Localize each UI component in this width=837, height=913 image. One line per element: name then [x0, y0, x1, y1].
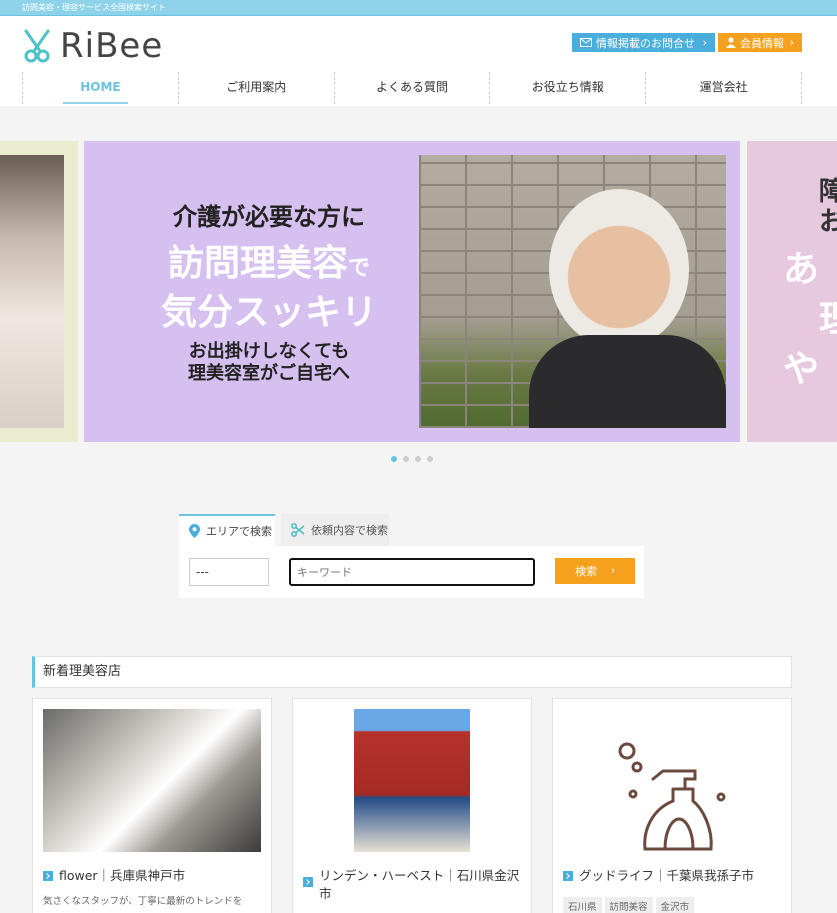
site-logo[interactable]: RiBee: [22, 26, 163, 66]
slide-line5: 理美容室がご自宅へ: [188, 363, 350, 384]
new-shops-section: 新着理美容店 flower｜兵庫県神戸市 気さくなスタッフが、丁寧に最新のトレン…: [20, 634, 802, 913]
slide-next-text-top: 障 お: [819, 177, 837, 237]
nav-company[interactable]: 運営会社: [645, 72, 802, 104]
slide-next-line2: お: [819, 207, 837, 237]
hero-slider: 介護が必要な方に 訪問理美容で 気分スッキリ お出掛けしなくても 理美容室がご自…: [0, 141, 837, 442]
mail-icon: [580, 38, 592, 47]
shop-card-title-text: リンデン・ハーベスト｜石川県金沢市: [319, 868, 520, 901]
slide-line1: 介護が必要な方に: [173, 202, 365, 231]
slide-photo: [0, 155, 64, 428]
info-inquiry-button[interactable]: 情報掲載のお問合せ ›: [572, 33, 715, 52]
pump-bottle-icon: [613, 709, 733, 852]
shop-card-title-text: グッドライフ｜千葉県我孫子市: [579, 868, 755, 883]
slide-previous[interactable]: [0, 141, 78, 442]
search-button-label: 検索: [575, 566, 598, 578]
arrow-box-icon: [303, 877, 313, 887]
slide-photo-elderly-woman: [419, 155, 726, 428]
tab-area-search[interactable]: エリアで検索: [179, 514, 275, 546]
photo-coat: [529, 335, 726, 428]
shop-card-title[interactable]: flower｜兵庫県神戸市: [43, 867, 263, 885]
chevron-right-icon: ›: [611, 565, 615, 577]
area-select[interactable]: ---: [189, 558, 269, 586]
shop-photo: [43, 709, 261, 852]
slide-line2b: で: [348, 256, 371, 281]
slide-next[interactable]: 障 お あ 理 や: [747, 141, 837, 442]
section-title: 新着理美容店: [32, 656, 792, 688]
nav-useful-info[interactable]: お役立ち情報: [489, 72, 645, 104]
tab-request-label: 依頼内容で検索: [311, 524, 388, 537]
tag-service[interactable]: 訪問美容: [604, 897, 653, 913]
slider-dot-1[interactable]: [391, 456, 397, 462]
slide-line2a: 訪問理美容: [167, 243, 348, 284]
slide-current[interactable]: 介護が必要な方に 訪問理美容で 気分スッキリ お出掛けしなくても 理美容室がご自…: [84, 141, 740, 442]
shop-card-title[interactable]: リンデン・ハーベスト｜石川県金沢市: [303, 867, 523, 903]
top-strip: 訪問美容・理容サービス全国検索サイト: [0, 0, 837, 16]
search-box: エリアで検索 依頼内容で検索 --- 検索 ›: [179, 514, 644, 598]
scissors-icon: [291, 523, 305, 537]
shop-card-title[interactable]: グッドライフ｜千葉県我孫子市: [563, 867, 783, 885]
slide-headline: 訪問理美容で 気分スッキリ: [124, 242, 414, 335]
slide-next-text-main: あ 理 や: [783, 245, 837, 395]
shop-card-desc: 気さくなスタッフが、丁寧に最新のトレンドを: [43, 896, 243, 907]
shop-photo: [354, 709, 470, 852]
chevron-right-icon: ›: [702, 36, 707, 49]
slide-line4: お出掛けしなくても: [188, 341, 350, 362]
shop-card-title-text: flower｜兵庫県神戸市: [59, 868, 186, 883]
member-info-button[interactable]: 会員情報 ›: [718, 33, 802, 52]
member-info-label: 会員情報: [740, 36, 784, 50]
slide-caption: 介護が必要な方に 訪問理美容で 気分スッキリ お出掛けしなくても 理美容室がご自…: [124, 197, 414, 385]
site-header: RiBee 情報掲載のお問合せ › 会員情報 › HOME ご利用案内 よくある…: [0, 16, 837, 106]
map-pin-icon: [189, 524, 200, 538]
search-button[interactable]: 検索 ›: [555, 558, 635, 584]
tag-pref[interactable]: 石川県: [563, 897, 602, 913]
nav-home[interactable]: HOME: [22, 72, 178, 104]
shop-card[interactable]: flower｜兵庫県神戸市 気さくなスタッフが、丁寧に最新のトレンドを: [32, 698, 272, 913]
tab-request-search[interactable]: 依頼内容で検索: [281, 514, 389, 546]
tab-area-label: エリアで検索: [206, 525, 272, 538]
search-panel: --- 検索 ›: [179, 546, 644, 598]
arrow-box-icon: [563, 871, 573, 881]
slide-line3: 気分スッキリ: [160, 292, 377, 333]
slider-dot-4[interactable]: [427, 456, 433, 462]
slider-dot-3[interactable]: [415, 456, 421, 462]
slide-next-line3: あ: [783, 249, 820, 290]
person-icon: [726, 37, 736, 48]
scissors-icon: [24, 29, 50, 63]
slider-pagination: [391, 456, 433, 462]
slide-next-line4: 理: [819, 299, 837, 340]
shop-card[interactable]: グッドライフ｜千葉県我孫子市 石川県 訪問美容 金沢市: [552, 698, 792, 913]
slide-next-line1: 障: [819, 177, 837, 207]
tag-city[interactable]: 金沢市: [655, 897, 695, 913]
nav-guide[interactable]: ご利用案内: [177, 72, 334, 104]
shop-tags: 石川県 訪問美容 金沢市: [563, 897, 783, 913]
shop-card[interactable]: リンデン・ハーベスト｜石川県金沢市: [292, 698, 532, 913]
slide-next-line5: や: [783, 349, 820, 390]
info-inquiry-label: 情報掲載のお問合せ: [596, 36, 695, 50]
photo-face: [549, 189, 689, 349]
main-nav: HOME ご利用案内 よくある質問 お役立ち情報 運営会社: [22, 72, 802, 104]
logo-text: RiBee: [60, 26, 164, 66]
arrow-box-icon: [43, 871, 53, 881]
keyword-input[interactable]: [289, 558, 535, 586]
slider-dot-2[interactable]: [403, 456, 409, 462]
nav-faq[interactable]: よくある質問: [333, 72, 490, 104]
chevron-right-icon: ›: [789, 36, 794, 49]
slide-subtext: お出掛けしなくても 理美容室がご自宅へ: [124, 341, 414, 385]
